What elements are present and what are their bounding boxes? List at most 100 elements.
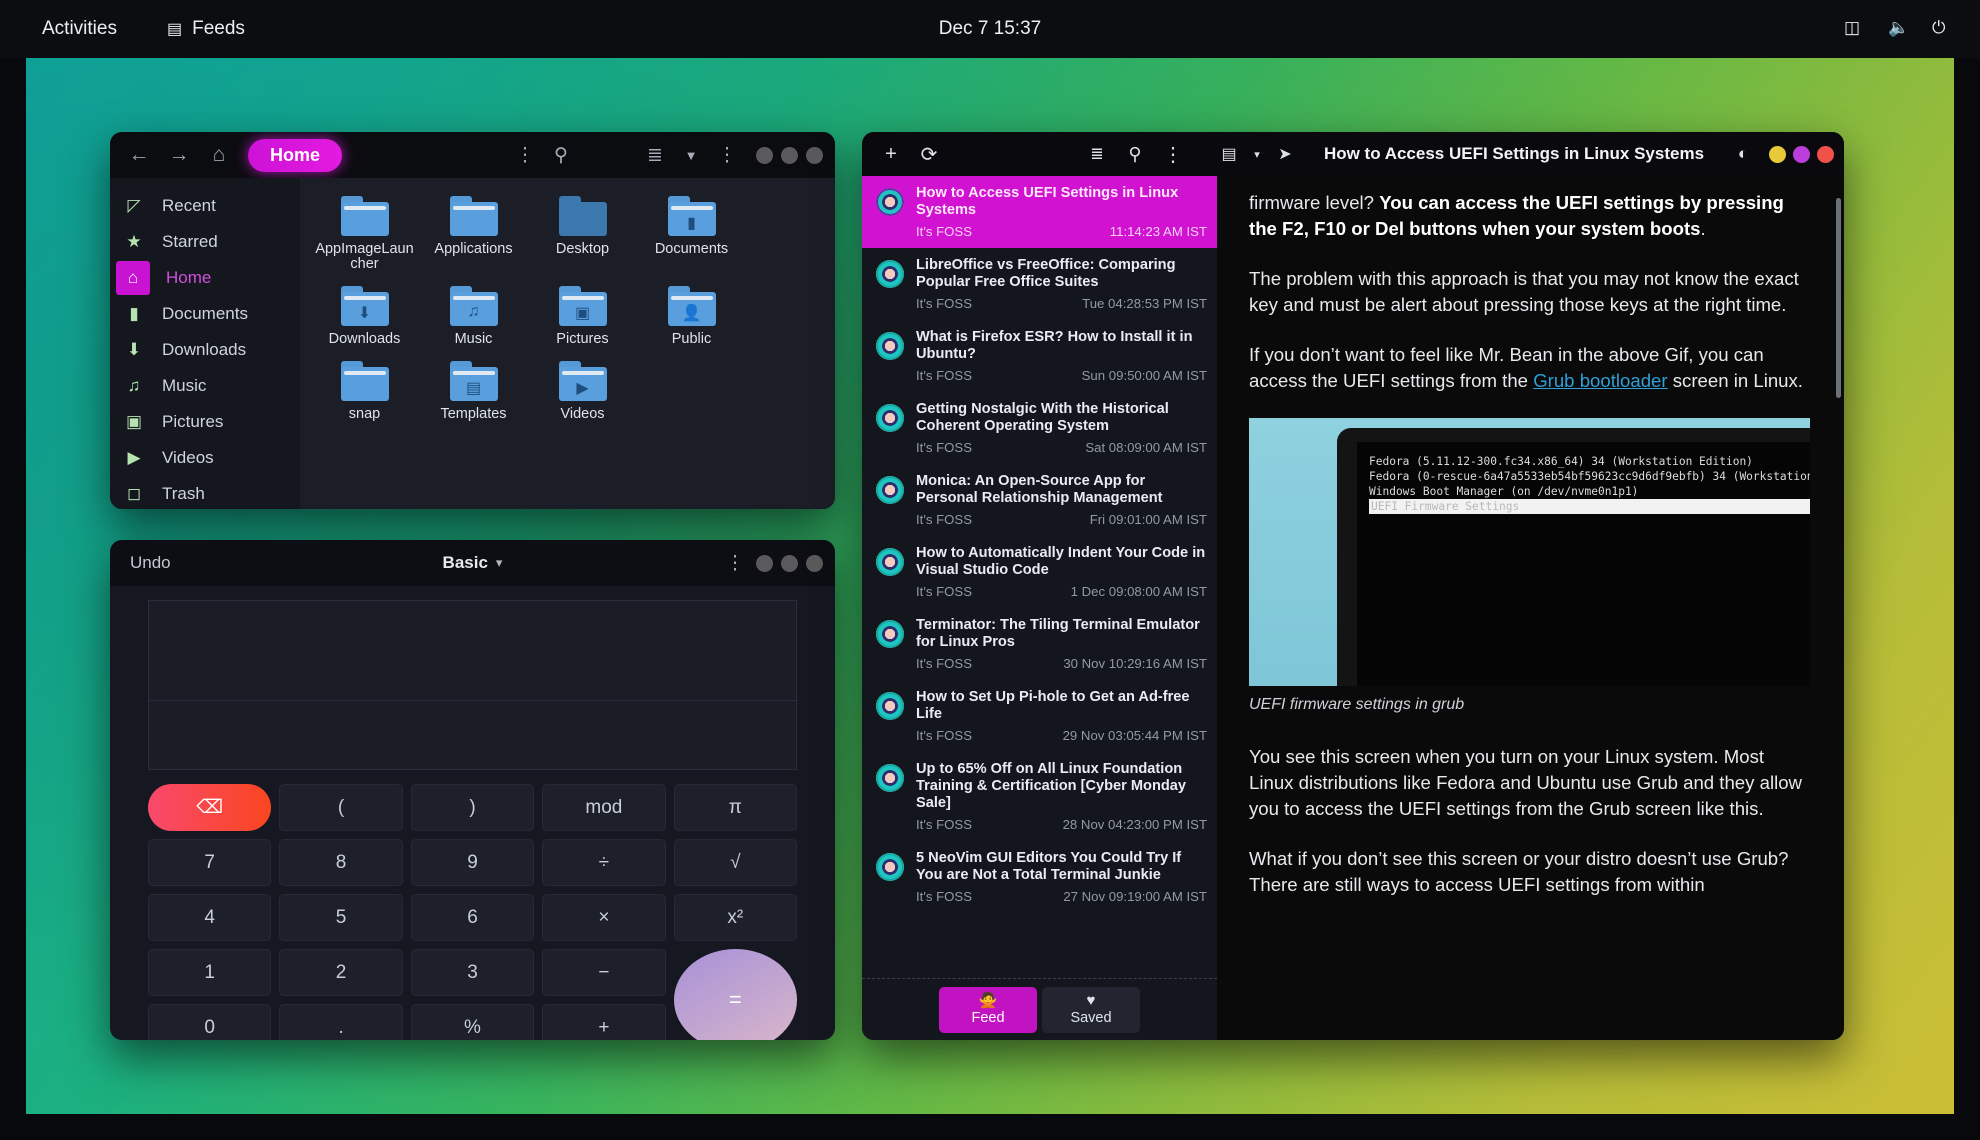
minimize-button[interactable] bbox=[756, 554, 773, 572]
three-key[interactable]: 3 bbox=[410, 949, 535, 996]
divide-key[interactable]: ÷ bbox=[542, 839, 666, 886]
folder-item[interactable]: ▣ Pictures bbox=[530, 286, 635, 347]
activities-button[interactable]: Activities bbox=[34, 14, 125, 44]
power-icon[interactable]: ⏻ bbox=[1932, 18, 1954, 40]
decimal-key[interactable]: . bbox=[279, 1004, 403, 1040]
tab-feed[interactable]: 🙅 Feed bbox=[939, 986, 1037, 1033]
article-content[interactable]: firmware level? You can access the UEFI … bbox=[1217, 176, 1844, 1040]
one-key[interactable]: 1 bbox=[148, 949, 272, 996]
add-key[interactable]: + bbox=[542, 1004, 666, 1040]
chevron-down-icon[interactable]: ▼ bbox=[676, 148, 706, 163]
display-icon[interactable]: ◫ bbox=[1844, 18, 1866, 40]
folder-item[interactable]: Desktop bbox=[530, 196, 635, 272]
feed-avatar-icon bbox=[876, 476, 904, 504]
folder-item[interactable]: AppImageLauncher bbox=[312, 196, 417, 272]
home-icon[interactable]: ⌂ bbox=[202, 138, 236, 172]
breadcrumb-home[interactable]: Home bbox=[248, 138, 343, 172]
folder-item[interactable]: snap bbox=[312, 361, 417, 422]
minimize-button[interactable] bbox=[756, 146, 773, 164]
sidebar-item-starred[interactable]: ★ Starred bbox=[110, 224, 300, 260]
nine-key[interactable]: 9 bbox=[410, 839, 535, 886]
list-view-icon[interactable]: ≣ bbox=[640, 144, 670, 167]
five-key[interactable]: 5 bbox=[279, 894, 403, 941]
list-icon[interactable]: ≣ bbox=[1078, 144, 1116, 164]
tab-saved[interactable]: ♥ Saved bbox=[1042, 986, 1140, 1033]
sidebar-item-trash[interactable]: ◻ Trash bbox=[110, 476, 300, 509]
sidebar-item-documents[interactable]: ▮ Documents bbox=[110, 296, 300, 332]
app-menu-feeds[interactable]: ▤ Feeds bbox=[159, 14, 253, 44]
reader-mode-icon[interactable]: ◐ bbox=[1724, 144, 1762, 164]
refresh-icon[interactable]: ⟳ bbox=[910, 142, 948, 167]
folder-item[interactable]: ▶ Videos bbox=[530, 361, 635, 422]
maximize-button[interactable] bbox=[781, 554, 798, 572]
folder-item[interactable]: ⬇ Downloads bbox=[312, 286, 417, 347]
feed-item[interactable]: Up to 65% Off on All Linux Foundation Tr… bbox=[862, 752, 1217, 841]
search-icon[interactable]: ⚲ bbox=[1116, 144, 1154, 165]
sidebar-item-pictures[interactable]: ▣ Pictures bbox=[110, 404, 300, 440]
undo-button[interactable]: Undo bbox=[122, 553, 171, 573]
delete-key[interactable]: ⌫ bbox=[148, 784, 272, 831]
feed-item[interactable]: Getting Nostalgic With the Historical Co… bbox=[862, 392, 1217, 464]
zero-key[interactable]: 0 bbox=[148, 1004, 272, 1040]
folder-item[interactable]: ▤ Templates bbox=[421, 361, 526, 422]
percent-key[interactable]: % bbox=[410, 1004, 535, 1040]
feed-item[interactable]: How to Automatically Indent Your Code in… bbox=[862, 536, 1217, 608]
eight-key[interactable]: 8 bbox=[279, 839, 403, 886]
feed-item[interactable]: 5 NeoVim GUI Editors You Could Try If Yo… bbox=[862, 841, 1217, 913]
clock[interactable]: Dec 7 15:37 bbox=[939, 18, 1041, 40]
more-options-icon[interactable]: ⋮ bbox=[510, 144, 540, 167]
view-mode-icon[interactable]: ▤ bbox=[1210, 144, 1248, 164]
square-key[interactable]: x² bbox=[673, 894, 797, 941]
close-paren-key[interactable]: ) bbox=[410, 784, 535, 831]
equals-key[interactable]: = bbox=[673, 949, 797, 1040]
calculator-display[interactable] bbox=[148, 600, 797, 770]
calculator-menu-icon[interactable]: ⋮ bbox=[720, 552, 750, 575]
folder-item[interactable]: ♫ Music bbox=[421, 286, 526, 347]
mode-selector[interactable]: Basic ▾ bbox=[443, 553, 503, 573]
window-dot-red[interactable] bbox=[1817, 145, 1834, 163]
sidebar-item-music[interactable]: ♫ Music bbox=[110, 368, 300, 404]
sidebar-item-recent[interactable]: ◸ Recent bbox=[110, 188, 300, 224]
feed-item[interactable]: How to Access UEFI Settings in Linux Sys… bbox=[862, 176, 1217, 248]
article-scrollbar[interactable] bbox=[1836, 198, 1841, 398]
feed-item[interactable]: Monica: An Open-Source App for Personal … bbox=[862, 464, 1217, 536]
open-paren-key[interactable]: ( bbox=[279, 784, 403, 831]
feed-item[interactable]: What is Firefox ESR? How to Install it i… bbox=[862, 320, 1217, 392]
window-dot-purple[interactable] bbox=[1793, 145, 1810, 163]
folder-item[interactable]: ▮ Documents bbox=[639, 196, 744, 272]
sidebar-item-videos[interactable]: ▶ Videos bbox=[110, 440, 300, 476]
folder-label: Videos bbox=[560, 406, 605, 422]
multiply-key[interactable]: × bbox=[542, 894, 666, 941]
feed-items[interactable]: How to Access UEFI Settings in Linux Sys… bbox=[862, 176, 1217, 978]
back-button[interactable]: ← bbox=[122, 138, 156, 172]
window-dot-yellow[interactable] bbox=[1769, 145, 1786, 163]
sidebar-item-downloads[interactable]: ⬇ Downloads bbox=[110, 332, 300, 368]
search-icon[interactable]: ⚲ bbox=[546, 144, 576, 167]
add-feed-icon[interactable]: + bbox=[872, 143, 910, 166]
folder-item[interactable]: 👤 Public bbox=[639, 286, 744, 347]
share-icon[interactable]: ➤ bbox=[1266, 144, 1304, 164]
feed-item[interactable]: LibreOffice vs FreeOffice: Comparing Pop… bbox=[862, 248, 1217, 320]
seven-key[interactable]: 7 bbox=[148, 839, 272, 886]
sqrt-key[interactable]: √ bbox=[673, 839, 797, 886]
close-button[interactable] bbox=[806, 146, 823, 164]
mod-key[interactable]: mod bbox=[542, 784, 666, 831]
close-button[interactable] bbox=[806, 554, 823, 572]
more-options-icon[interactable]: ⋮ bbox=[1154, 142, 1192, 167]
subtract-key[interactable]: − bbox=[542, 949, 666, 996]
maximize-button[interactable] bbox=[781, 146, 798, 164]
volume-icon[interactable]: 🔈 bbox=[1888, 18, 1910, 40]
grub-bootloader-link[interactable]: Grub bootloader bbox=[1533, 370, 1667, 391]
feed-item[interactable]: How to Set Up Pi-hole to Get an Ad-free … bbox=[862, 680, 1217, 752]
menu-icon[interactable]: ⋮ bbox=[712, 144, 742, 167]
feed-item-title: Up to 65% Off on All Linux Foundation Tr… bbox=[916, 761, 1187, 811]
folder-item[interactable]: Applications bbox=[421, 196, 526, 272]
pi-key[interactable]: π bbox=[673, 784, 797, 831]
four-key[interactable]: 4 bbox=[148, 894, 272, 941]
chevron-down-icon[interactable]: ▾ bbox=[1248, 148, 1266, 161]
feed-item[interactable]: Terminator: The Tiling Terminal Emulator… bbox=[862, 608, 1217, 680]
two-key[interactable]: 2 bbox=[279, 949, 403, 996]
sidebar-item-home[interactable]: ⌂ Home bbox=[110, 260, 300, 296]
six-key[interactable]: 6 bbox=[410, 894, 535, 941]
forward-button[interactable]: → bbox=[162, 138, 196, 172]
